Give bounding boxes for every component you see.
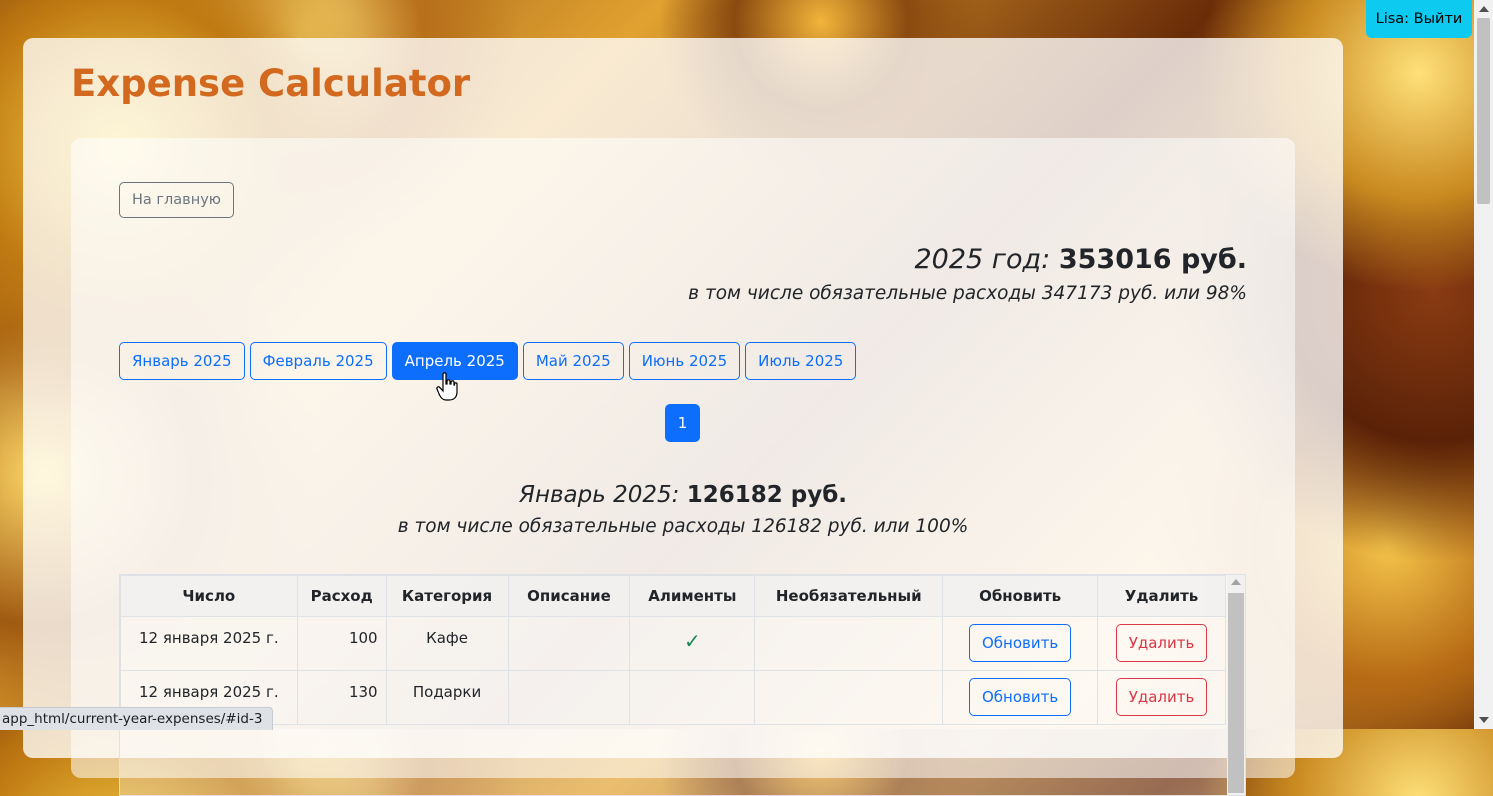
logout-button[interactable]: Lisa: Выйти [1366,0,1472,38]
header-optional: Необязательный [754,575,944,617]
cell-optional [754,616,944,671]
home-button[interactable]: На главную [119,182,234,218]
header-date: Число [120,575,298,617]
cell-optional [754,670,944,725]
month-mandatory: в том числе обязательные расходы 126182 … [397,516,969,537]
month-button-jul[interactable]: Июль 2025 [745,342,857,380]
header-category: Категория [385,575,509,617]
cell-update: Обновить [942,616,1099,671]
header-amount: Расход [296,575,387,617]
cell-category: Подарки [385,670,509,725]
scroll-up-arrow-icon[interactable] [1231,579,1241,585]
month-button-feb[interactable]: Февраль 2025 [249,342,387,380]
table-scroll-thumb[interactable] [1228,593,1244,793]
table-row: 12 января 2025 г. 130 Подарки Обновить У… [120,670,1226,725]
month-label: Январь 2025: [518,482,680,508]
page-scroll-thumb[interactable] [1477,18,1490,204]
cell-description [507,670,631,725]
cell-delete: Удалить [1097,616,1226,671]
header-alimony: Алименты [629,575,756,617]
cell-alimony [629,670,756,725]
content-card: На главную 2025 год: 353016 руб. в том ч… [71,138,1295,796]
cell-alimony: ✓ [629,616,756,671]
header-delete: Удалить [1097,575,1226,617]
month-button-jan[interactable]: Январь 2025 [119,342,245,380]
hand-cursor-icon [436,372,458,401]
cell-amount: 100 [296,616,387,671]
delete-button[interactable]: Удалить [1115,624,1208,662]
month-button-may[interactable]: Май 2025 [522,342,624,380]
year-label: 2025 год: [914,244,1051,275]
cell-date: 12 января 2025 г. [120,616,298,671]
year-mandatory: в том числе обязательные расходы 347173 … [688,283,1247,304]
month-amount: 126182 руб. [686,482,847,508]
header-update: Обновить [942,575,1099,617]
check-icon: ✓ [683,629,701,653]
year-summary: 2025 год: 353016 руб. в том числе обязат… [688,244,1247,304]
month-tabs: Январь 2025 Февраль 2025 Апрель 2025 Май… [119,342,857,380]
month-total: Январь 2025: 126182 руб. [71,482,1295,508]
app-title: Expense Calculator [71,62,471,105]
cell-amount: 130 [296,670,387,725]
scroll-up-icon[interactable] [1479,6,1489,12]
cell-delete: Удалить [1097,670,1226,725]
month-button-jun[interactable]: Июнь 2025 [628,342,741,380]
cell-description [507,616,631,671]
header-description: Описание [507,575,631,617]
page-scrollbar[interactable] [1474,0,1493,729]
expenses-table: Число Расход Категория Описание Алименты… [120,575,1226,725]
expenses-table-wrapper: Число Расход Категория Описание Алименты… [119,574,1246,796]
table-row: 12 января 2025 г. 100 Кафе ✓ Обновить Уд… [120,616,1226,671]
year-total: 2025 год: 353016 руб. [688,244,1247,275]
cell-category: Кафе [385,616,509,671]
cell-update: Обновить [942,670,1099,725]
month-summary: Январь 2025: 126182 руб. в том числе обя… [71,482,1295,537]
page-button[interactable]: 1 [665,404,700,442]
year-amount: 353016 руб. [1058,244,1247,275]
delete-button[interactable]: Удалить [1115,678,1208,716]
status-bar-url: app_html/current-year-expenses/#id-3 [0,707,274,730]
update-button[interactable]: Обновить [969,678,1072,716]
table-header-row: Число Расход Категория Описание Алименты… [120,575,1226,617]
scroll-down-icon[interactable] [1479,717,1489,723]
update-button[interactable]: Обновить [969,624,1072,662]
table-scrollbar[interactable] [1227,575,1245,795]
main-container: Expense Calculator На главную 2025 год: … [23,38,1343,796]
